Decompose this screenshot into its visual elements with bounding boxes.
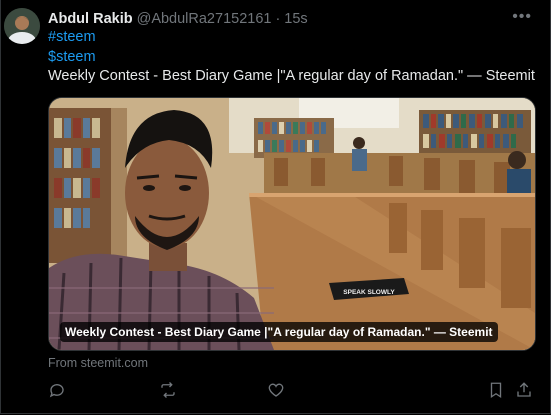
more-options-icon[interactable]: ••• [512,8,532,26]
share-icon[interactable] [515,381,535,401]
separator-dot: · [275,11,281,27]
link-card-image[interactable]: SPEAK SLOWLY Weekly Contest - Best Diary… [48,97,536,351]
link-source[interactable]: From steemit.com [48,356,148,370]
tweet-text: Weekly Contest - Best Diary Game |"A reg… [48,68,535,84]
tweet-container[interactable]: Abdul Rakib @AbdulRa27152161 · 15s ••• #… [0,0,551,414]
link-card-title[interactable]: Weekly Contest - Best Diary Game |"A reg… [60,322,498,342]
speak-slowly-sign: SPEAK SLOWLY [343,289,395,296]
tweet-header: Abdul Rakib @AbdulRa27152161 · 15s [48,9,538,29]
like-icon[interactable] [267,381,287,401]
timestamp[interactable]: 15s [284,11,307,27]
hashtag-steem[interactable]: #steem [48,29,96,45]
cashtag-steem[interactable]: $steem [48,49,96,65]
avatar[interactable] [4,8,40,44]
action-bar [48,381,538,401]
retweet-icon[interactable] [159,381,179,401]
reply-icon[interactable] [48,381,68,401]
author-name[interactable]: Abdul Rakib [48,11,133,27]
author-handle[interactable]: @AbdulRa27152161 [137,11,272,27]
bookmark-icon[interactable] [487,381,507,401]
library-photo: SPEAK SLOWLY [49,98,535,350]
